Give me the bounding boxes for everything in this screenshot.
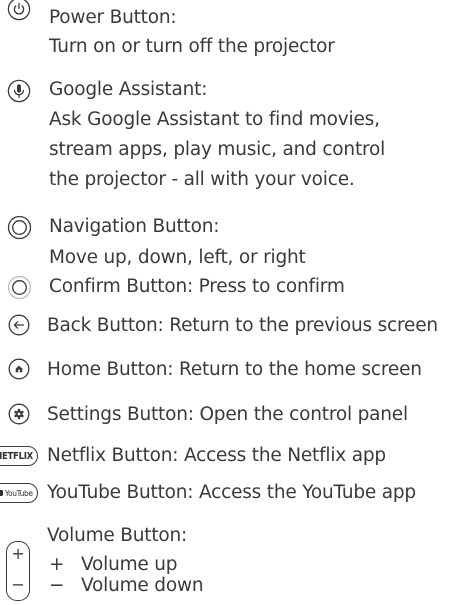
confirm-text: Confirm Button: Press to confirm — [49, 276, 345, 297]
microphone-icon — [7, 79, 31, 103]
power-desc: Turn on or turn off the projector — [49, 36, 335, 57]
volume-rocker-plus: + — [11, 544, 25, 563]
home-text: Home Button: Return to the home screen — [47, 359, 422, 380]
volume-title: Volume Button: — [47, 525, 188, 546]
netflix-text: Netflix Button: Access the Netflix app — [47, 445, 386, 466]
back-arrow-icon — [8, 314, 30, 336]
settings-text: Settings Button: Open the control panel — [47, 404, 408, 425]
netflix-badge: NETFLIX — [0, 446, 38, 466]
youtube-badge: YouTube — [0, 483, 38, 503]
youtube-logo-icon — [0, 490, 4, 496]
youtube-badge-label: YouTube — [4, 488, 33, 498]
power-icon — [7, 0, 31, 21]
volume-rocker-icon: + − — [6, 541, 30, 601]
gear-icon — [8, 403, 30, 425]
volume-down-label: Volume down — [81, 575, 204, 596]
volume-rocker-minus: − — [11, 575, 25, 594]
youtube-text: YouTube Button: Access the YouTube app — [47, 482, 416, 503]
home-icon — [8, 358, 30, 380]
power-title: Power Button: — [49, 7, 177, 28]
navigation-desc: Move up, down, left, or right — [49, 247, 306, 268]
navigation-title: Navigation Button: — [49, 216, 220, 237]
navigation-ring-icon — [7, 215, 32, 240]
assistant-desc-line-2: stream apps, play music, and control — [49, 139, 386, 160]
assistant-desc-line-1: Ask Google Assistant to find movies, — [49, 109, 380, 130]
confirm-ring-icon — [7, 275, 32, 300]
assistant-title: Google Assistant: — [49, 79, 208, 100]
volume-down-symbol: − — [49, 575, 65, 596]
back-text: Back Button: Return to the previous scre… — [47, 315, 438, 336]
assistant-desc-line-3: the projector - all with your voice. — [49, 169, 355, 190]
